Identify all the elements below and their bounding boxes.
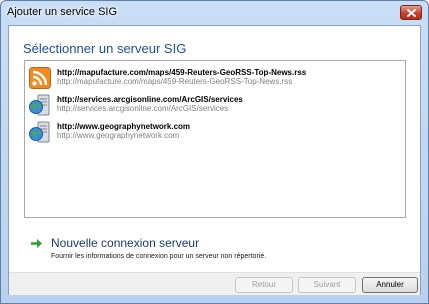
next-button[interactable]: Suivant — [298, 277, 356, 293]
button-bar: Retour Suivant Annuler — [9, 272, 420, 295]
list-item-server-3[interactable]: http://www.geographynetwork.com http://w… — [29, 119, 401, 145]
server-url: http://www.geographynetwork.com — [57, 122, 191, 131]
page-heading: Sélectionner un serveur SIG — [23, 41, 187, 56]
new-connection-option[interactable]: Nouvelle connexion serveur Fournir les i… — [31, 236, 391, 272]
globe-server-icon — [29, 94, 50, 116]
new-connection-description: Fournir les informations de connexion po… — [51, 253, 267, 260]
server-subtitle: http://services.arcgisonline.com/ArcGIS/… — [57, 104, 229, 113]
window-title: Ajouter un service SIG — [7, 6, 118, 18]
green-arrow-icon — [31, 239, 42, 248]
list-item-server-1[interactable]: http://mapufacture.com/maps/459-Reuters-… — [29, 65, 401, 91]
back-button[interactable]: Retour — [235, 277, 293, 293]
dialog-window: Ajouter un service SIG Sélectionner un s… — [0, 0, 429, 304]
server-url: http://mapufacture.com/maps/459-Reuters-… — [57, 68, 307, 77]
close-icon — [407, 9, 416, 17]
globe-server-icon — [29, 121, 50, 143]
server-subtitle: http://mapufacture.com/maps/459-Reuters-… — [57, 77, 293, 86]
list-item-server-2[interactable]: http://services.arcgisonline.com/ArcGIS/… — [29, 92, 401, 118]
server-url: http://services.arcgisonline.com/ArcGIS/… — [57, 95, 243, 104]
close-button[interactable] — [400, 5, 422, 20]
dialog-content: Sélectionner un serveur SIG http://mapuf… — [8, 25, 421, 295]
cancel-button[interactable]: Annuler — [362, 277, 418, 293]
new-connection-title[interactable]: Nouvelle connexion serveur — [51, 236, 199, 250]
server-list[interactable]: http://mapufacture.com/maps/459-Reuters-… — [24, 60, 406, 218]
rss-feed-icon — [29, 67, 51, 89]
title-bar[interactable]: Ajouter un service SIG — [1, 1, 428, 25]
server-subtitle: http://www.geographynetwork.com — [57, 131, 180, 140]
